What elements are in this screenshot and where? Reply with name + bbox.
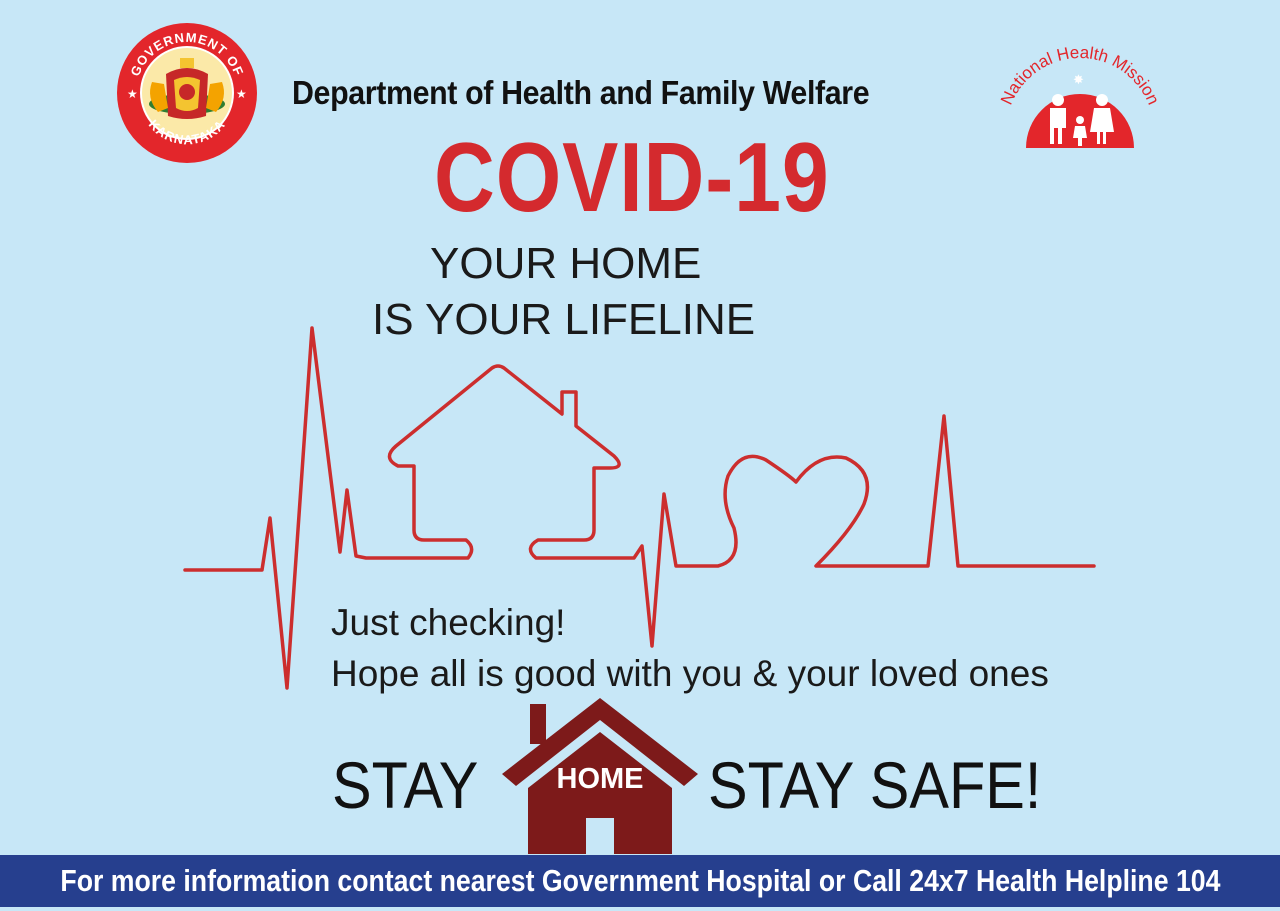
tagline-line-1: YOUR HOME — [430, 239, 702, 288]
footer-text: For more information contact nearest Gov… — [59, 863, 1221, 898]
covid-title: COVID-19 — [434, 122, 830, 232]
svg-text:★: ★ — [236, 87, 247, 101]
tagline-line-2: IS YOUR LIFELINE — [372, 295, 756, 344]
message-line-2: Hope all is good with you & your loved o… — [331, 653, 1049, 694]
svg-text:★: ★ — [127, 87, 138, 101]
slogan-stay-safe: STAY SAFE! — [708, 748, 1042, 822]
karnataka-seal-icon: GOVERNMENT OF KARNATAKA ★ ★ — [117, 23, 257, 163]
poster: GOVERNMENT OF KARNATAKA ★ ★ National Hea… — [0, 0, 1280, 911]
message-line-1: Just checking! — [331, 602, 566, 643]
slogan-stay: STAY — [332, 748, 479, 822]
footer-banner: For more information contact nearest Gov… — [0, 855, 1280, 907]
department-title: Department of Health and Family Welfare — [292, 74, 870, 111]
nhm-logo-icon: National Health Mission ✸ — [997, 43, 1163, 148]
house-label: HOME — [556, 763, 644, 795]
svg-text:✸: ✸ — [1073, 73, 1084, 88]
